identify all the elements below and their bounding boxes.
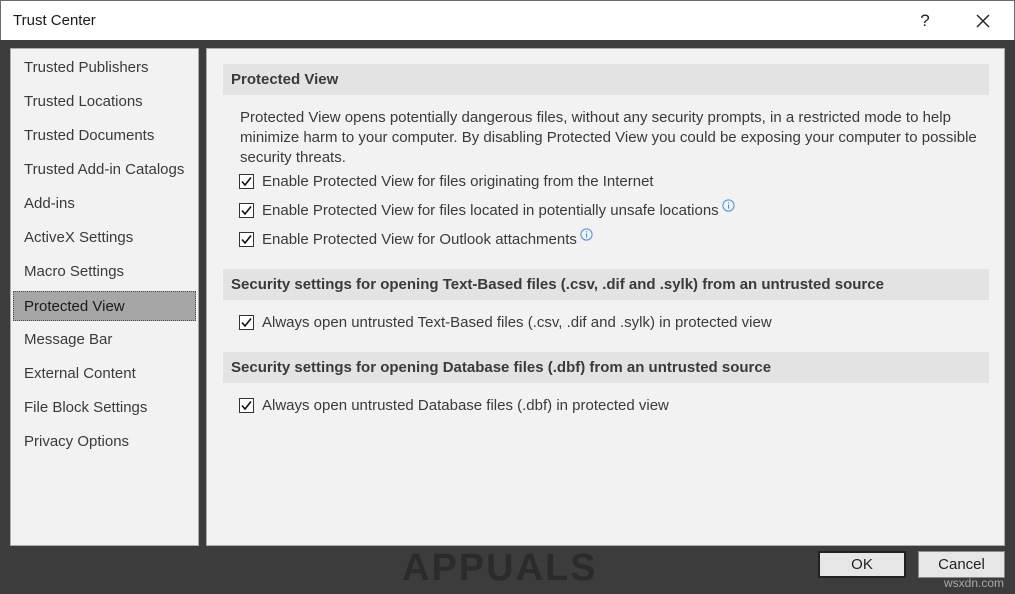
checkmark-icon [241, 205, 252, 215]
sidebar-item-trusted-documents[interactable]: Trusted Documents [13, 121, 196, 151]
protected-view-description: Protected View opens potentially dangero… [240, 109, 977, 166]
window-title: Trust Center [13, 12, 96, 29]
close-icon [976, 14, 990, 28]
checkbox-label-database: Always open untrusted Database files (.d… [262, 397, 669, 415]
sidebar-item-trusted-locations[interactable]: Trusted Locations [13, 87, 196, 117]
checkbox-label-outlook: Enable Protected View for Outlook attach… [262, 231, 577, 249]
sidebar-nav: Trusted Publishers Trusted Locations Tru… [10, 48, 199, 546]
section-header-text-based: Security settings for opening Text-Based… [223, 269, 989, 300]
sidebar-item-activex-settings[interactable]: ActiveX Settings [13, 223, 196, 253]
checkmark-icon [241, 176, 252, 186]
sidebar-item-trusted-addin-catalogs[interactable]: Trusted Add-in Catalogs [13, 155, 196, 185]
checkbox-row-text-based[interactable]: Always open untrusted Text-Based files (… [239, 312, 772, 334]
checkbox-label-internet: Enable Protected View for files originat… [262, 173, 654, 191]
sidebar-item-external-content[interactable]: External Content [13, 359, 196, 389]
checkmark-icon [241, 234, 252, 244]
section-header-database: Security settings for opening Database f… [223, 352, 989, 383]
watermark: wsxdn.com [944, 576, 1005, 590]
appuals-logo: APPUALS [402, 547, 598, 589]
info-icon[interactable] [580, 226, 593, 248]
cancel-button[interactable]: Cancel [918, 551, 1005, 578]
checkbox-label-text-based: Always open untrusted Text-Based files (… [262, 314, 772, 332]
checkmark-icon [241, 400, 252, 410]
checkbox-outlook[interactable] [239, 231, 254, 247]
sidebar-item-privacy-options[interactable]: Privacy Options [13, 427, 196, 457]
sidebar-item-trusted-publishers[interactable]: Trusted Publishers [13, 53, 196, 83]
checkbox-text-based[interactable] [239, 314, 254, 330]
sidebar-item-message-bar[interactable]: Message Bar [13, 325, 196, 355]
checkbox-internet[interactable] [239, 173, 254, 189]
help-button[interactable]: ? [908, 5, 942, 37]
title-bar: Trust Center ? [0, 0, 1015, 40]
sidebar-item-protected-view[interactable]: Protected View [13, 291, 196, 321]
checkbox-label-unsafe-locations: Enable Protected View for files located … [262, 202, 719, 220]
checkbox-row-database[interactable]: Always open untrusted Database files (.d… [239, 395, 669, 417]
settings-panel: Protected View Protected View opens pote… [206, 48, 1005, 546]
section-header-protected-view: Protected View [223, 64, 989, 95]
checkbox-unsafe-locations[interactable] [239, 202, 254, 218]
checkbox-database[interactable] [239, 397, 254, 413]
checkmark-icon [241, 317, 252, 327]
ok-button[interactable]: OK [818, 551, 906, 578]
info-icon[interactable] [722, 197, 735, 219]
checkbox-row-outlook[interactable]: Enable Protected View for Outlook attach… [239, 226, 593, 251]
sidebar-item-macro-settings[interactable]: Macro Settings [13, 257, 196, 287]
sidebar-item-addins[interactable]: Add-ins [13, 189, 196, 219]
sidebar-item-file-block-settings[interactable]: File Block Settings [13, 393, 196, 423]
close-button[interactable] [966, 5, 1000, 37]
checkbox-row-unsafe-locations[interactable]: Enable Protected View for files located … [239, 197, 735, 222]
checkbox-row-internet[interactable]: Enable Protected View for files originat… [239, 171, 654, 193]
